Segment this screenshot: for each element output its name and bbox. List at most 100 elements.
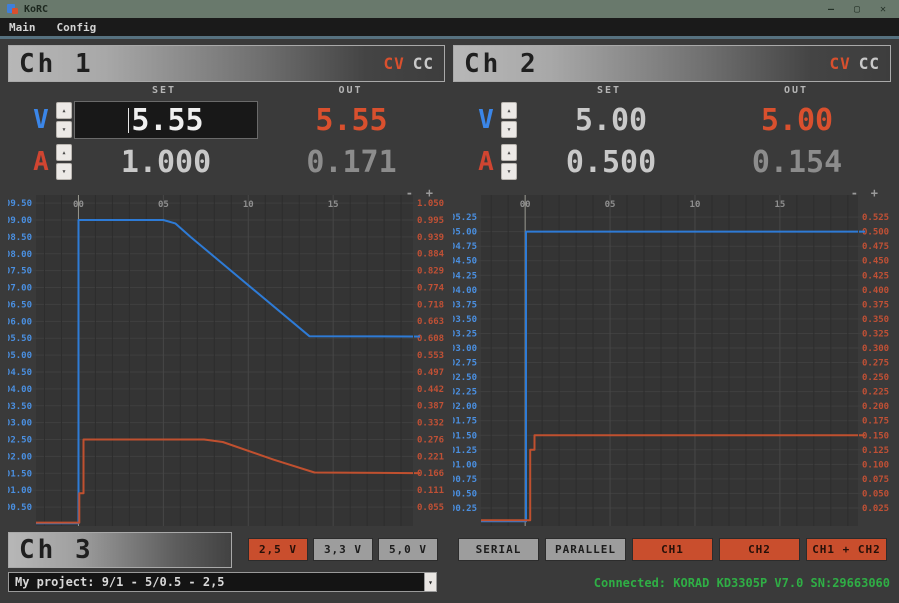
- current-unit-label: A: [28, 147, 54, 177]
- ch1-current-set-value: 1.000: [121, 145, 211, 180]
- ch-1-zoom-in-button[interactable]: +: [426, 186, 433, 200]
- current-unit-label: A: [473, 147, 499, 177]
- out-column-label: OUT: [701, 85, 891, 96]
- svg-text:05.25: 05.25: [453, 213, 477, 223]
- svg-text:02.00: 02.00: [453, 402, 477, 412]
- svg-text:05.00: 05.00: [8, 351, 32, 361]
- svg-text:03.00: 03.00: [8, 419, 32, 429]
- tracking-parallel-button[interactable]: PARALLEL: [545, 538, 626, 561]
- tracking-serial-button[interactable]: SERIAL: [458, 538, 539, 561]
- svg-text:0.375: 0.375: [862, 300, 889, 310]
- stepper-up-icon[interactable]: ▲: [56, 102, 72, 119]
- channel-2-column-labels: SET OUT: [453, 85, 891, 99]
- ch1-current-out-value: 0.171: [258, 145, 445, 180]
- voltage-unit-label: V: [28, 105, 54, 135]
- channel-1-column-labels: SET OUT: [8, 85, 445, 99]
- ch1-voltage-set-input[interactable]: 5.55: [74, 101, 258, 139]
- svg-text:01.25: 01.25: [453, 446, 477, 456]
- svg-text:04.50: 04.50: [453, 257, 477, 267]
- svg-text:0.276: 0.276: [417, 436, 444, 446]
- svg-text:10: 10: [690, 200, 701, 210]
- channel-2-voltage-row: V ▲ ▼ 5.00 5.00: [453, 100, 891, 140]
- svg-text:0.774: 0.774: [417, 283, 445, 293]
- svg-text:0.387: 0.387: [417, 402, 444, 412]
- svg-text:0.995: 0.995: [417, 216, 444, 226]
- svg-text:03.50: 03.50: [8, 402, 32, 412]
- ch-1-zoom-out-button[interactable]: -: [406, 186, 413, 200]
- cc-indicator: CC: [859, 54, 880, 73]
- voltage-unit-label: V: [473, 105, 499, 135]
- ch-2-zoom-out-button[interactable]: -: [851, 186, 858, 200]
- stepper-down-icon[interactable]: ▼: [56, 121, 72, 138]
- ch1-current-set-input[interactable]: 1.000: [74, 143, 258, 181]
- svg-text:0.100: 0.100: [862, 460, 889, 470]
- preset-3-3-v-button[interactable]: 3,3 V: [313, 538, 373, 561]
- set-column-label: SET: [517, 85, 701, 96]
- svg-text:05.00: 05.00: [453, 228, 477, 238]
- svg-text:02.75: 02.75: [453, 359, 477, 369]
- svg-text:06.50: 06.50: [8, 300, 32, 310]
- ch2-voltage-set-input[interactable]: 5.00: [519, 101, 703, 139]
- svg-text:0.055: 0.055: [417, 503, 444, 513]
- project-select[interactable]: My project: 9/1 - 5/0.5 - 2,5 ▾: [8, 572, 437, 592]
- channel-2-header: Ch 2 CVCC: [453, 45, 891, 82]
- svg-text:00: 00: [73, 200, 84, 210]
- stepper-up-icon[interactable]: ▲: [501, 102, 517, 119]
- stepper-down-icon[interactable]: ▼: [501, 121, 517, 138]
- ch3-preset-buttons: 2,5 V3,3 V5,0 V: [248, 538, 438, 561]
- out-column-label: OUT: [256, 85, 445, 96]
- stepper-up-icon[interactable]: ▲: [501, 144, 517, 161]
- svg-text:0.221: 0.221: [417, 452, 444, 462]
- stepper-up-icon[interactable]: ▲: [56, 144, 72, 161]
- svg-text:0.225: 0.225: [862, 388, 889, 398]
- connection-status: Connected: KORAD KD3305P V7.0 SN:2966306…: [594, 576, 890, 590]
- close-button[interactable]: ✕: [875, 4, 891, 15]
- set-column-label: SET: [72, 85, 256, 96]
- tracking-ch2-button[interactable]: CH2: [719, 538, 800, 561]
- svg-text:09.00: 09.00: [8, 216, 32, 226]
- menu-config[interactable]: Config: [48, 21, 109, 34]
- chart-canvas-ch-1[interactable]: 0005101509.5009.0008.5008.0007.5007.0006…: [8, 188, 445, 528]
- tracking-ch1-button[interactable]: CH1: [632, 538, 713, 561]
- svg-text:0.175: 0.175: [862, 417, 889, 427]
- ch2-current-out-value: 0.154: [703, 145, 891, 180]
- channel-3-header: Ch 3: [8, 532, 232, 568]
- svg-text:0.325: 0.325: [862, 329, 889, 339]
- channel-2-mode-indicators: CVCC: [829, 54, 890, 73]
- svg-text:03.25: 03.25: [453, 329, 477, 339]
- tracking-ch1-ch2-button[interactable]: CH1 + CH2: [806, 538, 887, 561]
- menu-main[interactable]: Main: [0, 21, 48, 34]
- svg-text:05.50: 05.50: [8, 334, 32, 344]
- ch-2-zoom-in-button[interactable]: +: [871, 186, 878, 200]
- app-icon: [7, 4, 18, 15]
- svg-text:0.075: 0.075: [862, 475, 889, 485]
- svg-text:0.884: 0.884: [417, 250, 445, 260]
- channel-1-voltage-row: V ▲ ▼ 5.55 5.55: [8, 100, 445, 140]
- preset-5-0-v-button[interactable]: 5,0 V: [378, 538, 438, 561]
- minimize-button[interactable]: –: [823, 4, 839, 15]
- svg-text:02.25: 02.25: [453, 388, 477, 398]
- stepper-down-icon[interactable]: ▼: [501, 163, 517, 180]
- ch2-current-stepper: ▲ ▼: [501, 144, 517, 180]
- svg-text:0.400: 0.400: [862, 286, 889, 296]
- chart-canvas-ch-2[interactable]: 0005101505.2505.0004.7504.5004.2504.0003…: [453, 188, 890, 528]
- tracking-buttons: SERIAL PARALLEL CH1 CH2 CH1 + CH2: [458, 538, 887, 561]
- svg-text:04.00: 04.00: [453, 286, 477, 296]
- dropdown-arrow-icon[interactable]: ▾: [424, 573, 436, 591]
- svg-text:01.75: 01.75: [453, 417, 477, 427]
- preset-2-5-v-button[interactable]: 2,5 V: [248, 538, 308, 561]
- maximize-button[interactable]: ▢: [849, 4, 865, 15]
- channel-3-title: Ch 3: [9, 535, 94, 565]
- ch2-voltage-stepper: ▲ ▼: [501, 102, 517, 138]
- stepper-down-icon[interactable]: ▼: [56, 163, 72, 180]
- svg-text:0.425: 0.425: [862, 271, 889, 281]
- svg-text:0.166: 0.166: [417, 469, 444, 479]
- svg-text:07.50: 07.50: [8, 267, 32, 277]
- ch1-voltage-out-value: 5.55: [258, 103, 445, 138]
- ch2-current-set-input[interactable]: 0.500: [519, 143, 703, 181]
- channel-1-current-row: A ▲ ▼ 1.000 0.171: [8, 142, 445, 182]
- svg-text:02.50: 02.50: [453, 373, 477, 383]
- svg-text:03.50: 03.50: [453, 315, 477, 325]
- svg-text:15: 15: [328, 200, 339, 210]
- channel-1-mode-indicators: CVCC: [383, 54, 444, 73]
